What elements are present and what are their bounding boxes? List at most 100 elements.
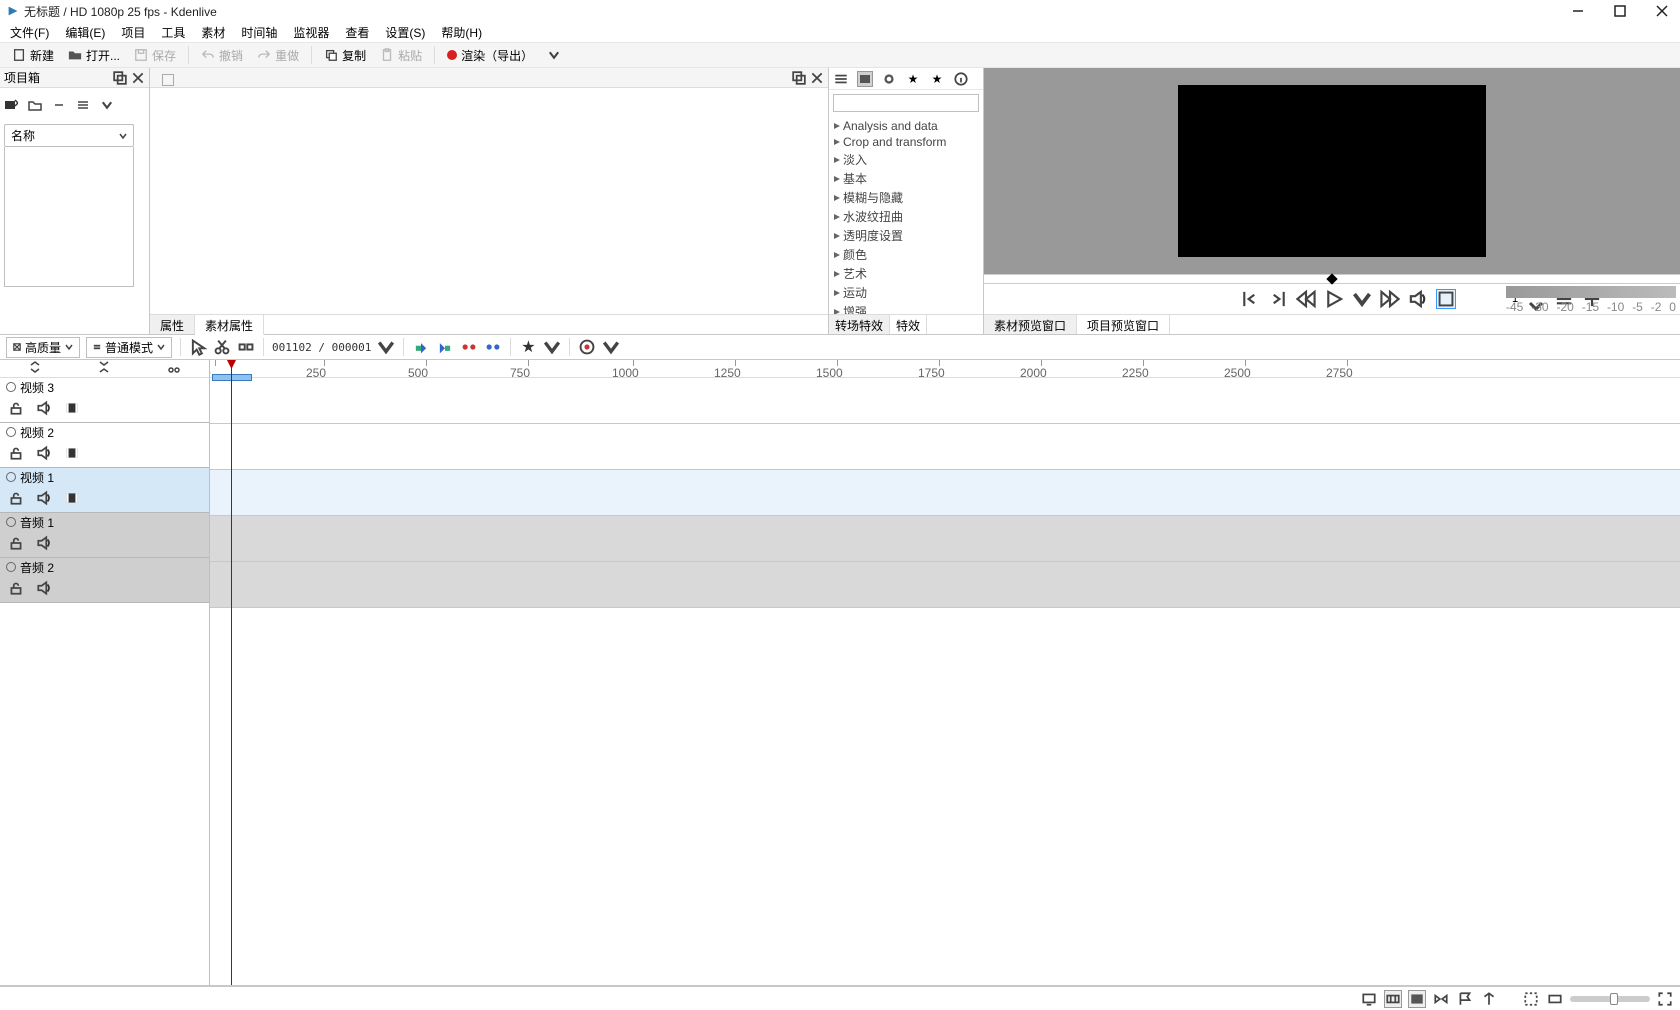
menu-monitor[interactable]: 监视器 bbox=[287, 22, 335, 43]
lock-icon[interactable] bbox=[8, 580, 24, 599]
tl-select-tool[interactable] bbox=[189, 338, 207, 356]
bin-dropdown-button[interactable] bbox=[100, 98, 114, 115]
timecode-display[interactable]: 001102 / 000001 bbox=[272, 341, 371, 354]
add-folder-button[interactable] bbox=[28, 98, 42, 115]
timeline-lane[interactable] bbox=[210, 424, 1680, 470]
track-header[interactable]: 音频 2 bbox=[0, 558, 209, 603]
lock-icon[interactable] bbox=[8, 535, 24, 554]
hide-video-icon[interactable] bbox=[64, 445, 80, 464]
timeline-lane[interactable] bbox=[210, 378, 1680, 424]
minimize-button[interactable] bbox=[1566, 1, 1590, 21]
effects-search-input[interactable] bbox=[833, 94, 979, 112]
mon-forward-icon[interactable] bbox=[1380, 289, 1400, 309]
new-button[interactable]: 新建 bbox=[6, 45, 60, 66]
fx-category[interactable]: 模糊与隐藏 bbox=[829, 188, 983, 207]
fx-category[interactable]: 艺术 bbox=[829, 264, 983, 283]
hide-video-icon[interactable] bbox=[64, 490, 80, 509]
track-header[interactable]: 视频 3 bbox=[0, 378, 209, 423]
playhead[interactable] bbox=[231, 360, 232, 985]
track-header[interactable]: 视频 2 bbox=[0, 423, 209, 468]
close-button[interactable] bbox=[1650, 1, 1674, 21]
timeline-lane[interactable] bbox=[210, 516, 1680, 562]
th-cut-icon[interactable] bbox=[168, 361, 180, 376]
menu-project[interactable]: 项目 bbox=[115, 22, 151, 43]
panel-close-icon[interactable] bbox=[810, 71, 824, 85]
open-button[interactable]: 打开... bbox=[62, 45, 126, 66]
status-zoomout-icon[interactable] bbox=[1546, 990, 1564, 1008]
render-dropdown[interactable] bbox=[541, 46, 567, 64]
add-clip-button[interactable] bbox=[4, 98, 18, 115]
timeline-lane[interactable] bbox=[210, 470, 1680, 516]
mon-fullscreen-icon[interactable] bbox=[1436, 289, 1456, 309]
track-header[interactable]: 音频 1 bbox=[0, 513, 209, 558]
track-enable-dot[interactable] bbox=[6, 472, 16, 482]
tab-clip-properties[interactable]: 素材属性 bbox=[195, 315, 264, 335]
status-split-icon[interactable] bbox=[1432, 990, 1450, 1008]
menu-timeline[interactable]: 时间轴 bbox=[235, 22, 283, 43]
mute-icon[interactable] bbox=[36, 490, 52, 509]
effects-tree[interactable]: Analysis and dataCrop and transform淡入基本模… bbox=[829, 116, 983, 334]
monitor-playhead-icon[interactable] bbox=[1326, 273, 1337, 284]
fx-category[interactable]: 水波纹扭曲 bbox=[829, 207, 983, 226]
tl-favorite-icon[interactable]: ★ bbox=[519, 338, 537, 356]
status-fit-icon[interactable] bbox=[1522, 990, 1540, 1008]
mon-set-in-icon[interactable] bbox=[1240, 289, 1260, 309]
mute-icon[interactable] bbox=[36, 445, 52, 464]
tl-spacer-tool[interactable] bbox=[237, 338, 255, 356]
panel-float-icon[interactable] bbox=[792, 71, 806, 85]
fx-category[interactable]: 基本 bbox=[829, 169, 983, 188]
panel-float-icon[interactable] bbox=[113, 71, 127, 85]
zoom-slider[interactable] bbox=[1570, 996, 1650, 1002]
tab-project-monitor[interactable]: 项目预览窗口 bbox=[1077, 315, 1170, 334]
delete-clip-button[interactable] bbox=[52, 98, 66, 115]
track-header[interactable]: 视频 1 bbox=[0, 468, 209, 513]
tl-razor-tool[interactable] bbox=[213, 338, 231, 356]
menu-view[interactable]: 查看 bbox=[339, 22, 375, 43]
bin-body[interactable] bbox=[4, 147, 134, 287]
properties-checkbox[interactable] bbox=[162, 74, 174, 86]
hide-video-icon[interactable] bbox=[64, 400, 80, 419]
menu-file[interactable]: 文件(F) bbox=[4, 22, 55, 43]
fx-category[interactable]: 颜色 bbox=[829, 245, 983, 264]
menu-settings[interactable]: 设置(S) bbox=[379, 22, 431, 43]
status-monitor-icon[interactable] bbox=[1360, 990, 1378, 1008]
status-video-icon[interactable] bbox=[1408, 990, 1426, 1008]
status-flag-icon[interactable] bbox=[1456, 990, 1474, 1008]
lock-icon[interactable] bbox=[8, 445, 24, 464]
status-snap-icon[interactable] bbox=[1480, 990, 1498, 1008]
quality-dropdown[interactable]: 高质量 bbox=[6, 337, 80, 358]
mute-icon[interactable] bbox=[36, 535, 52, 554]
track-enable-dot[interactable] bbox=[6, 562, 16, 572]
menu-help[interactable]: 帮助(H) bbox=[435, 22, 488, 43]
redo-button[interactable]: 重做 bbox=[251, 45, 305, 66]
bin-menu-button[interactable] bbox=[76, 98, 90, 115]
fx-list-icon[interactable] bbox=[833, 71, 849, 87]
fx-audio-icon[interactable] bbox=[881, 71, 897, 87]
fx-star2-icon[interactable]: ★ bbox=[929, 71, 945, 87]
status-zoomfull-icon[interactable] bbox=[1656, 990, 1674, 1008]
save-button[interactable]: 保存 bbox=[128, 45, 182, 66]
fx-category[interactable]: 淡入 bbox=[829, 150, 983, 169]
tab-transitions[interactable]: 转场特效 bbox=[829, 315, 890, 334]
monitor-scrubber[interactable] bbox=[984, 274, 1680, 284]
fx-category[interactable]: Analysis and data bbox=[829, 118, 983, 134]
fx-video-icon[interactable] bbox=[857, 71, 873, 87]
mode-dropdown[interactable]: 普通模式 bbox=[86, 337, 172, 358]
tl-marker4-icon[interactable] bbox=[484, 338, 502, 356]
mon-volume-icon[interactable] bbox=[1408, 289, 1428, 309]
mon-play-icon[interactable] bbox=[1324, 289, 1344, 309]
fx-category[interactable]: Crop and transform bbox=[829, 134, 983, 150]
timeline-body[interactable]: 0250500750100012501500175020002250250027… bbox=[210, 360, 1680, 985]
zoom-thumb[interactable] bbox=[1610, 993, 1618, 1005]
tab-properties[interactable]: 属性 bbox=[150, 315, 195, 334]
copy-button[interactable]: 复制 bbox=[318, 45, 372, 66]
tab-clip-monitor[interactable]: 素材预览窗口 bbox=[984, 315, 1077, 334]
panel-close-icon[interactable] bbox=[131, 71, 145, 85]
fx-category[interactable]: 透明度设置 bbox=[829, 226, 983, 245]
tl-preview-icon[interactable] bbox=[578, 338, 596, 356]
track-enable-dot[interactable] bbox=[6, 382, 16, 392]
tl-tc-dropdown[interactable] bbox=[377, 338, 395, 356]
timeline-lane[interactable] bbox=[210, 562, 1680, 608]
tl-fav-dropdown[interactable] bbox=[543, 338, 561, 356]
tl-marker1-icon[interactable] bbox=[412, 338, 430, 356]
